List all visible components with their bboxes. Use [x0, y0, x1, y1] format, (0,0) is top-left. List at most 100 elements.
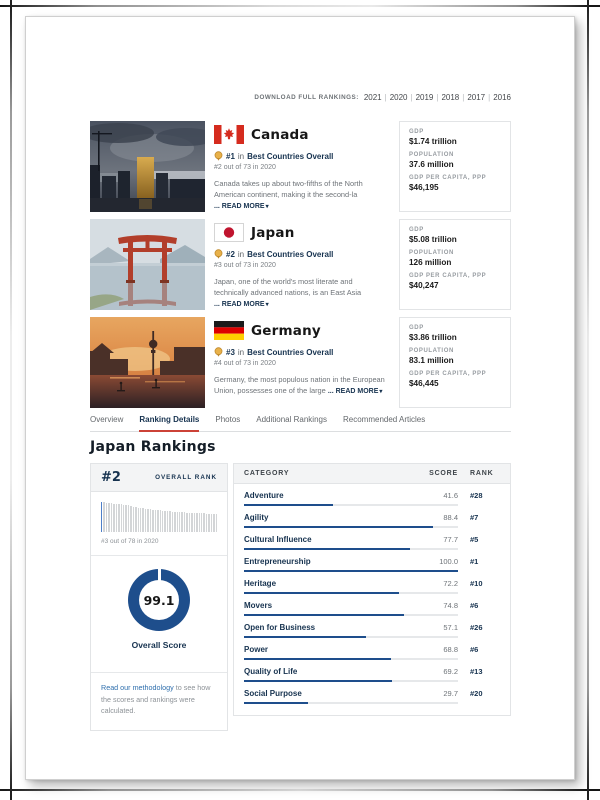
download-year-2020[interactable]: 2020 [390, 93, 408, 102]
tab-ranking-details[interactable]: Ranking Details [139, 415, 199, 432]
read-more-link[interactable]: ... READ MORE▾ [328, 388, 383, 395]
rank-bar [201, 513, 202, 532]
stat-population: POPULATION37.6 million [409, 152, 501, 169]
rank-bar [133, 507, 134, 532]
badge-title[interactable]: Best Countries Overall [247, 250, 333, 259]
score-bar-fill [244, 636, 366, 638]
score-value: 88.4 [443, 513, 458, 522]
download-years: 2021|2020|2019|2018|2017|2016 [364, 87, 511, 104]
overall-score-section: 99.1 Overall Score [91, 555, 227, 661]
year-separator: | [436, 93, 438, 102]
category-label[interactable]: Entrepreneurship [244, 557, 311, 566]
rank-bar [208, 514, 209, 532]
screenshot-canvas: DOWNLOAD FULL RANKINGS:2021|2020|2019|20… [0, 0, 600, 800]
category-label[interactable]: Heritage [244, 579, 276, 588]
category-label[interactable]: Social Purpose [244, 689, 302, 698]
score-bar-track [244, 614, 458, 616]
country-name-canada[interactable]: Canada [251, 127, 309, 143]
category-label[interactable]: Agility [244, 513, 268, 522]
download-year-2016[interactable]: 2016 [493, 93, 511, 102]
country-card-japan: Japan #2 in Best Countries Overall #3 ou… [90, 219, 511, 310]
rank-value: #10 [458, 579, 500, 594]
rank-bar [155, 510, 156, 532]
rank-value: #1 [458, 557, 500, 572]
score-value: 100.0 [439, 557, 458, 566]
rankings-panels: #2 OVERALL RANK #3 out of 78 in 2020 99.… [90, 463, 511, 731]
category-label[interactable]: Open for Business [244, 623, 315, 632]
overall-badge-row: #2 in Best Countries Overall [214, 249, 389, 259]
rank-bar [125, 505, 126, 532]
overall-rank-label: OVERALL RANK [155, 474, 217, 481]
score-bar-track [244, 548, 458, 550]
tab-photos[interactable]: Photos [215, 415, 240, 431]
score-value: 29.7 [443, 689, 458, 698]
table-row: Cultural Influence77.7#5 [234, 528, 510, 550]
rank-bar [181, 512, 182, 532]
rank-bar [179, 512, 180, 532]
score-value: 41.6 [443, 491, 458, 500]
score-value: 69.2 [443, 667, 458, 676]
chevron-down-icon: ▾ [266, 204, 269, 210]
category-label[interactable]: Cultural Influence [244, 535, 312, 544]
table-row: Entrepreneurship 100.0#1 [234, 550, 510, 572]
histogram-caption: #3 out of 78 in 2020 [101, 538, 217, 545]
header-score: SCORE [429, 470, 458, 477]
category-label[interactable]: Movers [244, 601, 272, 610]
description-text: Japan, one of the world's most literate … [214, 277, 361, 297]
chevron-down-icon: ▾ [379, 389, 382, 395]
rank-value: #6 [458, 645, 500, 660]
japan-photo[interactable] [90, 219, 205, 310]
overall-badge-row: #3 in Best Countries Overall [214, 347, 389, 357]
rank-bar [191, 513, 192, 532]
stat-gdp-per-capita: GDP PER CAPITA, PPP$40,247 [409, 273, 501, 290]
frame-line-left [10, 0, 12, 800]
germany-skyline-illustration [90, 317, 205, 408]
download-year-2019[interactable]: 2019 [416, 93, 434, 102]
score-bar-track [244, 658, 458, 660]
read-more-link[interactable]: ... READ MORE▾ [214, 301, 269, 308]
country-name-germany[interactable]: Germany [251, 323, 321, 339]
download-year-2018[interactable]: 2018 [441, 93, 459, 102]
germany-photo[interactable] [90, 317, 205, 408]
country-description: Japan, one of the world's most literate … [214, 276, 389, 311]
overall-score-value: 99.1 [139, 580, 179, 620]
score-value: 68.8 [443, 645, 458, 654]
japan-card-main: Japan #2 in Best Countries Overall #3 ou… [205, 219, 399, 310]
badge-title[interactable]: Best Countries Overall [247, 152, 333, 161]
stat-gdp-per-capita: GDP PER CAPITA, PPP$46,445 [409, 371, 501, 388]
rank-bar [189, 513, 190, 533]
subrank-text: #3 out of 73 in 2020 [214, 262, 389, 269]
table-header: CATEGORYSCORE RANK [234, 464, 510, 484]
section-title: Japan Rankings [90, 439, 511, 455]
country-name-japan[interactable]: Japan [251, 225, 295, 241]
methodology-link[interactable]: Read our methodology [101, 683, 174, 692]
download-year-2021[interactable]: 2021 [364, 93, 382, 102]
rank-bar [177, 512, 178, 532]
overall-rank-panel: #2 OVERALL RANK #3 out of 78 in 2020 99.… [90, 463, 228, 731]
category-label[interactable]: Quality of Life [244, 667, 297, 676]
score-bar-fill [244, 680, 392, 682]
tab-overview[interactable]: Overview [90, 415, 123, 431]
tabs-nav: Overview Ranking Details Photos Additional … [90, 415, 511, 432]
rank-bar [199, 513, 200, 532]
canada-photo[interactable] [90, 121, 205, 212]
score-value: 57.1 [443, 623, 458, 632]
score-bar-fill [244, 702, 308, 704]
badge-in: in [238, 250, 244, 259]
download-year-2017[interactable]: 2017 [467, 93, 485, 102]
score-bar-fill [244, 526, 433, 528]
tab-recommended-articles[interactable]: Recommended Articles [343, 415, 425, 431]
canada-stats-panel: GDP$1.74 trillion POPULATION37.6 million… [399, 121, 511, 212]
badge-in: in [238, 348, 244, 357]
score-bar-fill [244, 614, 404, 616]
rank-bar [186, 513, 187, 533]
category-label[interactable]: Power [244, 645, 268, 654]
stat-population: POPULATION126 million [409, 250, 501, 267]
badge-title[interactable]: Best Countries Overall [247, 348, 333, 357]
read-more-link[interactable]: ... READ MORE▾ [214, 203, 269, 210]
tab-additional-rankings[interactable]: Additional Rankings [256, 415, 327, 431]
rank-bar [111, 503, 112, 532]
rank-bar-highlighted [101, 502, 102, 532]
score-bar-track [244, 636, 458, 638]
category-label[interactable]: Adventure [244, 491, 284, 500]
